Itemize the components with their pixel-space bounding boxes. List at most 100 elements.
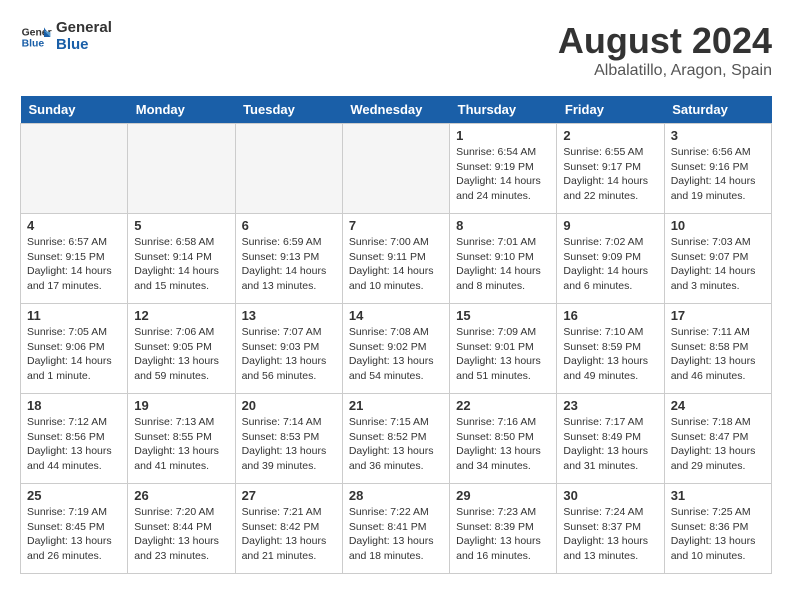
calendar-cell: [21, 124, 128, 214]
calendar-cell: 26 Sunrise: 7:20 AMSunset: 8:44 PMDaylig…: [128, 484, 235, 574]
day-number: 30: [563, 488, 657, 503]
calendar-cell: [342, 124, 449, 214]
day-info: Sunrise: 7:12 AMSunset: 8:56 PMDaylight:…: [27, 415, 121, 474]
day-number: 8: [456, 218, 550, 233]
day-info: Sunrise: 7:07 AMSunset: 9:03 PMDaylight:…: [242, 325, 336, 384]
calendar-cell: 25 Sunrise: 7:19 AMSunset: 8:45 PMDaylig…: [21, 484, 128, 574]
day-info: Sunrise: 7:08 AMSunset: 9:02 PMDaylight:…: [349, 325, 443, 384]
day-info: Sunrise: 7:20 AMSunset: 8:44 PMDaylight:…: [134, 505, 228, 564]
day-number: 5: [134, 218, 228, 233]
day-number: 3: [671, 128, 765, 143]
day-number: 2: [563, 128, 657, 143]
calendar-cell: 4 Sunrise: 6:57 AMSunset: 9:15 PMDayligh…: [21, 214, 128, 304]
calendar-cell: [235, 124, 342, 214]
week-row-3: 11 Sunrise: 7:05 AMSunset: 9:06 PMDaylig…: [21, 304, 772, 394]
calendar-cell: 3 Sunrise: 6:56 AMSunset: 9:16 PMDayligh…: [664, 124, 771, 214]
day-number: 13: [242, 308, 336, 323]
calendar-cell: 28 Sunrise: 7:22 AMSunset: 8:41 PMDaylig…: [342, 484, 449, 574]
day-number: 20: [242, 398, 336, 413]
calendar-cell: [128, 124, 235, 214]
day-number: 12: [134, 308, 228, 323]
day-number: 29: [456, 488, 550, 503]
calendar-cell: 23 Sunrise: 7:17 AMSunset: 8:49 PMDaylig…: [557, 394, 664, 484]
svg-text:Blue: Blue: [22, 38, 45, 49]
day-number: 31: [671, 488, 765, 503]
day-number: 26: [134, 488, 228, 503]
day-info: Sunrise: 6:58 AMSunset: 9:14 PMDaylight:…: [134, 235, 228, 294]
day-info: Sunrise: 6:55 AMSunset: 9:17 PMDaylight:…: [563, 145, 657, 204]
day-number: 10: [671, 218, 765, 233]
day-number: 11: [27, 308, 121, 323]
calendar-cell: 7 Sunrise: 7:00 AMSunset: 9:11 PMDayligh…: [342, 214, 449, 304]
page-header: General Blue General Blue August 2024 Al…: [20, 20, 772, 80]
day-info: Sunrise: 6:54 AMSunset: 9:19 PMDaylight:…: [456, 145, 550, 204]
calendar-cell: 12 Sunrise: 7:06 AMSunset: 9:05 PMDaylig…: [128, 304, 235, 394]
day-info: Sunrise: 7:11 AMSunset: 8:58 PMDaylight:…: [671, 325, 765, 384]
logo-general: General: [56, 20, 112, 37]
day-number: 24: [671, 398, 765, 413]
day-number: 7: [349, 218, 443, 233]
calendar-cell: 31 Sunrise: 7:25 AMSunset: 8:36 PMDaylig…: [664, 484, 771, 574]
calendar-cell: 30 Sunrise: 7:24 AMSunset: 8:37 PMDaylig…: [557, 484, 664, 574]
calendar-cell: 17 Sunrise: 7:11 AMSunset: 8:58 PMDaylig…: [664, 304, 771, 394]
week-row-1: 1 Sunrise: 6:54 AMSunset: 9:19 PMDayligh…: [21, 124, 772, 214]
calendar-cell: 14 Sunrise: 7:08 AMSunset: 9:02 PMDaylig…: [342, 304, 449, 394]
calendar-cell: 27 Sunrise: 7:21 AMSunset: 8:42 PMDaylig…: [235, 484, 342, 574]
day-number: 22: [456, 398, 550, 413]
title-block: August 2024 Albalatillo, Aragon, Spain: [558, 20, 772, 80]
calendar-cell: 11 Sunrise: 7:05 AMSunset: 9:06 PMDaylig…: [21, 304, 128, 394]
calendar-cell: 6 Sunrise: 6:59 AMSunset: 9:13 PMDayligh…: [235, 214, 342, 304]
header-sunday: Sunday: [21, 96, 128, 124]
calendar-cell: 24 Sunrise: 7:18 AMSunset: 8:47 PMDaylig…: [664, 394, 771, 484]
day-number: 9: [563, 218, 657, 233]
calendar-cell: 1 Sunrise: 6:54 AMSunset: 9:19 PMDayligh…: [450, 124, 557, 214]
calendar-cell: 13 Sunrise: 7:07 AMSunset: 9:03 PMDaylig…: [235, 304, 342, 394]
day-info: Sunrise: 7:23 AMSunset: 8:39 PMDaylight:…: [456, 505, 550, 564]
day-info: Sunrise: 7:16 AMSunset: 8:50 PMDaylight:…: [456, 415, 550, 474]
header-wednesday: Wednesday: [342, 96, 449, 124]
day-info: Sunrise: 7:02 AMSunset: 9:09 PMDaylight:…: [563, 235, 657, 294]
calendar-cell: 16 Sunrise: 7:10 AMSunset: 8:59 PMDaylig…: [557, 304, 664, 394]
day-info: Sunrise: 7:13 AMSunset: 8:55 PMDaylight:…: [134, 415, 228, 474]
logo-blue: Blue: [56, 37, 112, 54]
logo: General Blue General Blue: [20, 20, 112, 53]
week-row-5: 25 Sunrise: 7:19 AMSunset: 8:45 PMDaylig…: [21, 484, 772, 574]
calendar-cell: 18 Sunrise: 7:12 AMSunset: 8:56 PMDaylig…: [21, 394, 128, 484]
day-info: Sunrise: 7:10 AMSunset: 8:59 PMDaylight:…: [563, 325, 657, 384]
logo-icon: General Blue: [20, 21, 52, 53]
day-info: Sunrise: 6:59 AMSunset: 9:13 PMDaylight:…: [242, 235, 336, 294]
day-info: Sunrise: 7:24 AMSunset: 8:37 PMDaylight:…: [563, 505, 657, 564]
calendar-cell: 20 Sunrise: 7:14 AMSunset: 8:53 PMDaylig…: [235, 394, 342, 484]
day-number: 14: [349, 308, 443, 323]
calendar-cell: 2 Sunrise: 6:55 AMSunset: 9:17 PMDayligh…: [557, 124, 664, 214]
day-info: Sunrise: 7:06 AMSunset: 9:05 PMDaylight:…: [134, 325, 228, 384]
day-number: 6: [242, 218, 336, 233]
day-info: Sunrise: 7:21 AMSunset: 8:42 PMDaylight:…: [242, 505, 336, 564]
header-saturday: Saturday: [664, 96, 771, 124]
day-info: Sunrise: 7:17 AMSunset: 8:49 PMDaylight:…: [563, 415, 657, 474]
day-info: Sunrise: 7:03 AMSunset: 9:07 PMDaylight:…: [671, 235, 765, 294]
calendar-cell: 10 Sunrise: 7:03 AMSunset: 9:07 PMDaylig…: [664, 214, 771, 304]
day-number: 27: [242, 488, 336, 503]
day-info: Sunrise: 7:22 AMSunset: 8:41 PMDaylight:…: [349, 505, 443, 564]
day-info: Sunrise: 7:15 AMSunset: 8:52 PMDaylight:…: [349, 415, 443, 474]
calendar-header-row: SundayMondayTuesdayWednesdayThursdayFrid…: [21, 96, 772, 124]
day-number: 25: [27, 488, 121, 503]
day-info: Sunrise: 7:25 AMSunset: 8:36 PMDaylight:…: [671, 505, 765, 564]
calendar-cell: 8 Sunrise: 7:01 AMSunset: 9:10 PMDayligh…: [450, 214, 557, 304]
day-info: Sunrise: 7:05 AMSunset: 9:06 PMDaylight:…: [27, 325, 121, 384]
day-number: 18: [27, 398, 121, 413]
day-info: Sunrise: 7:09 AMSunset: 9:01 PMDaylight:…: [456, 325, 550, 384]
day-number: 19: [134, 398, 228, 413]
month-year-title: August 2024: [558, 20, 772, 62]
calendar-cell: 21 Sunrise: 7:15 AMSunset: 8:52 PMDaylig…: [342, 394, 449, 484]
day-number: 4: [27, 218, 121, 233]
calendar-cell: 29 Sunrise: 7:23 AMSunset: 8:39 PMDaylig…: [450, 484, 557, 574]
week-row-2: 4 Sunrise: 6:57 AMSunset: 9:15 PMDayligh…: [21, 214, 772, 304]
day-number: 17: [671, 308, 765, 323]
day-info: Sunrise: 7:01 AMSunset: 9:10 PMDaylight:…: [456, 235, 550, 294]
day-number: 28: [349, 488, 443, 503]
calendar-cell: 15 Sunrise: 7:09 AMSunset: 9:01 PMDaylig…: [450, 304, 557, 394]
day-number: 15: [456, 308, 550, 323]
day-info: Sunrise: 7:18 AMSunset: 8:47 PMDaylight:…: [671, 415, 765, 474]
